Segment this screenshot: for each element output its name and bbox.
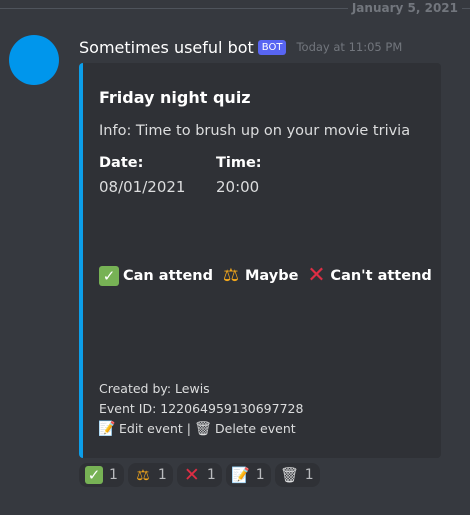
memo-icon: 📝 <box>231 466 251 484</box>
event-id: Event ID: 122064959130697728 <box>99 401 304 416</box>
field-time-value: 20:00 <box>216 178 260 196</box>
cross-mark-icon: ✕ <box>183 464 200 486</box>
option-can-attend: ✓ Can attend <box>99 266 213 286</box>
attendance-options: ✓ Can attend ⚖ Maybe ✕ Can't attend <box>99 263 440 288</box>
reaction-count: 1 <box>157 467 167 483</box>
reaction-cross[interactable]: ✕ 1 <box>176 463 222 487</box>
event-embed: Friday night quiz Info: Time to brush up… <box>79 63 441 458</box>
footer-links: 📝 Edit event | 🗑 Delete event <box>98 419 303 439</box>
option-label: Maybe <box>244 268 299 284</box>
option-cant-attend: ✕ Can't attend <box>306 263 432 288</box>
reaction-count: 1 <box>109 467 118 483</box>
memo-icon: 📝 <box>98 421 116 437</box>
field-date-value: 08/01/2021 <box>99 178 186 196</box>
wastebasket-icon: 🗑 <box>194 421 212 437</box>
reaction-memo[interactable]: 📝 1 <box>225 463 271 487</box>
option-maybe: ⚖ Maybe <box>221 265 299 286</box>
avatar[interactable] <box>9 35 59 85</box>
embed-footer: Created by: Lewis Event ID: 122064959130… <box>98 379 304 439</box>
cross-mark-icon: ✕ <box>307 263 326 288</box>
field-date-name: Date: <box>99 155 144 171</box>
embed-info: Info: Time to brush up on your movie tri… <box>99 123 411 139</box>
reaction-count: 1 <box>206 467 216 483</box>
reaction-count: 1 <box>304 467 314 483</box>
option-label: Can't attend <box>330 268 432 284</box>
reactions-bar: ✓ 1 ⚖ 1 ✕ 1 📝 1 🗑 1 <box>79 463 324 487</box>
embed-title: Friday night quiz <box>99 88 251 107</box>
scales-icon: ⚖ <box>222 265 240 286</box>
bot-tag: BOT <box>257 39 287 55</box>
username[interactable]: Sometimes useful bot <box>79 38 254 57</box>
separator: | <box>186 421 192 436</box>
delete-event-link[interactable]: Delete event <box>215 419 296 439</box>
field-time-name: Time: <box>216 155 262 171</box>
reaction-check[interactable]: ✓ 1 <box>79 463 124 487</box>
check-mark-icon: ✓ <box>99 266 119 286</box>
reaction-scales[interactable]: ⚖ 1 <box>127 463 173 487</box>
wastebasket-icon: 🗑 <box>280 466 300 484</box>
reaction-count: 1 <box>255 467 265 483</box>
message-header: Sometimes useful bot BOT Today at 11:05 … <box>79 36 402 58</box>
option-label: Can attend <box>123 268 213 284</box>
edit-event-link[interactable]: Edit event <box>119 419 183 439</box>
scales-icon: ⚖ <box>136 466 150 484</box>
date-divider-label: January 5, 2021 <box>347 1 462 15</box>
created-by: Created by: Lewis <box>99 381 210 396</box>
timestamp[interactable]: Today at 11:05 PM <box>296 40 402 54</box>
check-mark-icon: ✓ <box>85 466 103 484</box>
reaction-wastebasket[interactable]: 🗑 1 <box>274 463 320 487</box>
